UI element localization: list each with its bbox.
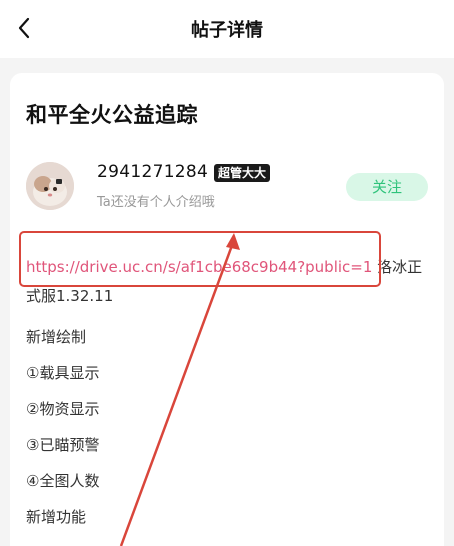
post-content: https://drive.uc.cn/s/af1cbe68c9b44?publ…	[26, 253, 430, 527]
post-title: 和平全火公益追踪	[26, 103, 198, 127]
page-title: 帖子详情	[191, 20, 263, 41]
follow-button[interactable]: 关注	[346, 173, 428, 201]
content-line: ③已瞄预警	[26, 436, 100, 454]
content-line: ①载具显示	[26, 364, 100, 382]
post-link[interactable]: https://drive.uc.cn/s/af1cbe68c9b44?publ…	[26, 258, 372, 276]
top-bar: 帖子详情	[0, 0, 454, 58]
admin-badge: 超管大大	[214, 164, 271, 182]
cat-avatar-icon	[26, 162, 74, 210]
content-line: 新增绘制	[26, 328, 87, 346]
author-name[interactable]: 2941271284	[97, 162, 208, 182]
post-card: 和平全火公益追踪 2941271284 超管大大 Ta还没有个人介绍哦 关注 h…	[10, 73, 444, 546]
post-detail-page: 帖子详情 和平全火公益追踪 2941271284 超管大大 Ta还没有个人介绍哦…	[0, 0, 454, 546]
content-line: ②物资显示	[26, 400, 100, 418]
content-line: 新增功能	[26, 508, 87, 526]
avatar[interactable]	[26, 162, 74, 210]
link-paragraph: https://drive.uc.cn/s/af1cbe68c9b44?publ…	[26, 253, 430, 311]
content-line: ④全图人数	[26, 472, 100, 490]
author-bio: Ta还没有个人介绍哦	[97, 195, 215, 210]
